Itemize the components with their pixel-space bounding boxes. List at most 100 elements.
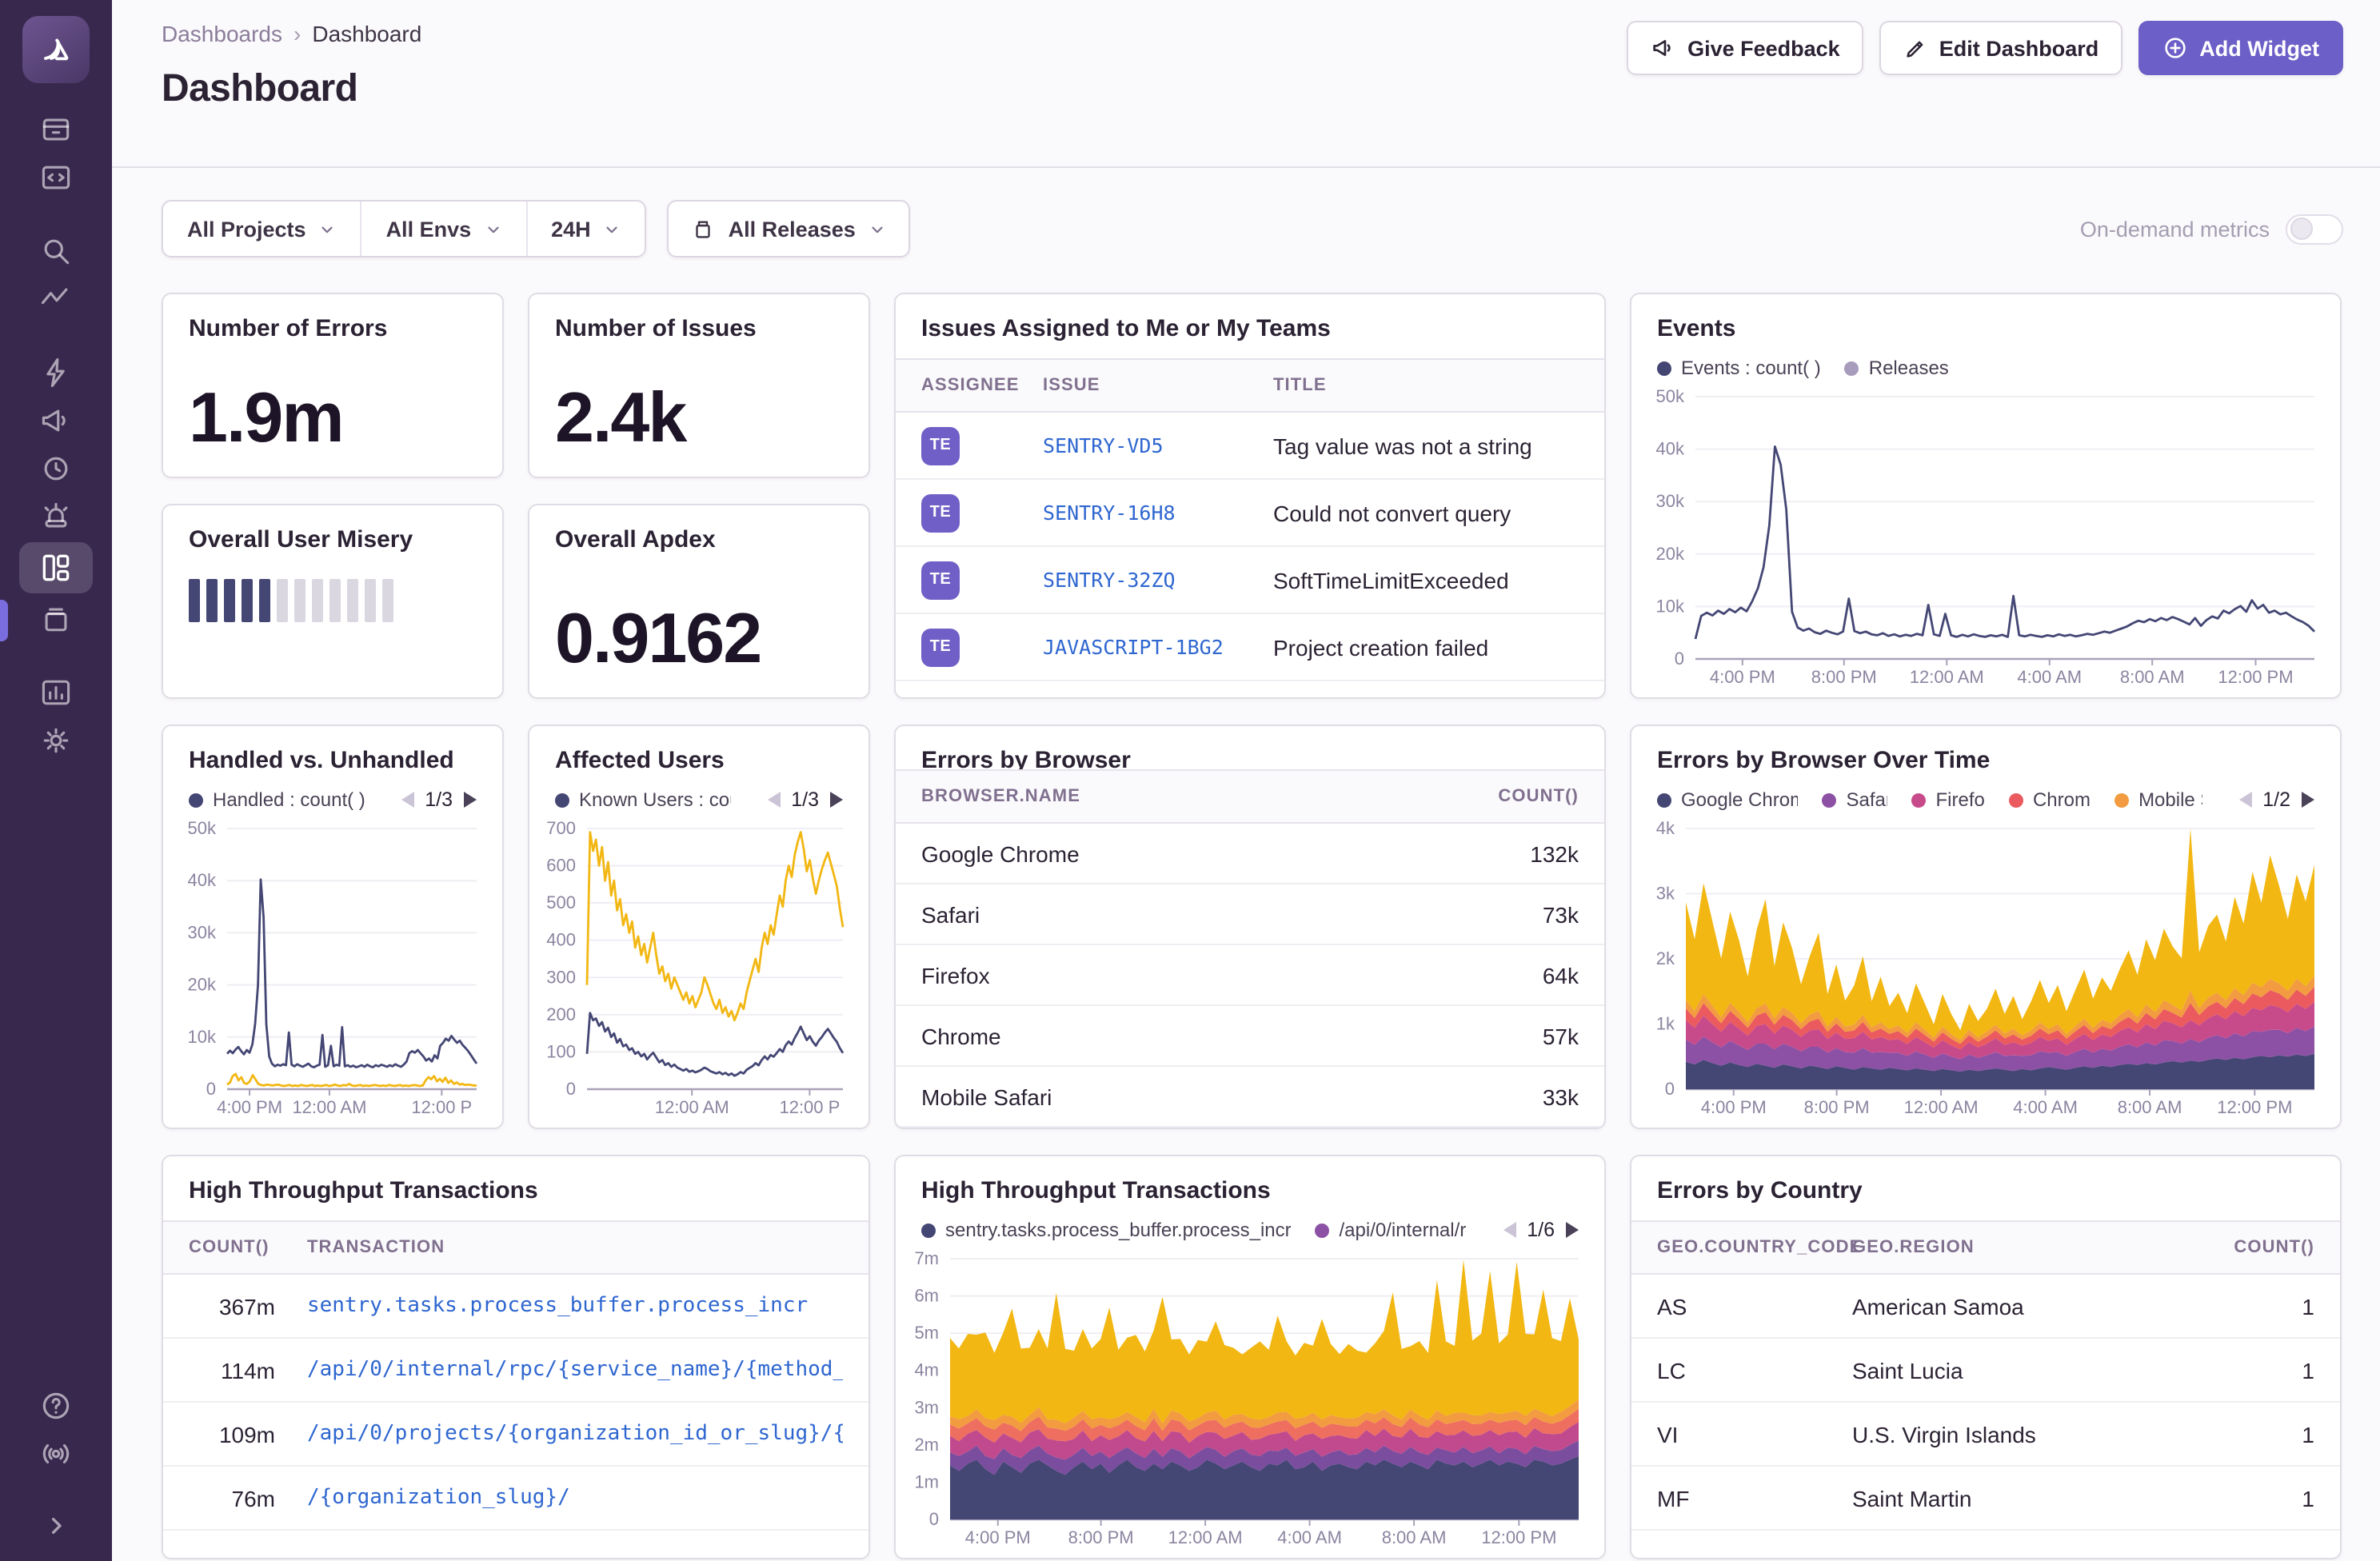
svg-text:40k: 40k: [1656, 439, 1685, 459]
widget-user-misery: Overall User Misery: [162, 504, 504, 699]
sidebar-item-insights[interactable]: [19, 350, 93, 395]
legend-item[interactable]: Known Users : cour: [555, 788, 730, 811]
transaction-link[interactable]: /{organization_slug}/: [307, 1486, 843, 1510]
sidebar-item-traces[interactable]: [19, 277, 93, 321]
next-page-icon[interactable]: [1566, 1222, 1579, 1238]
chevron-right-icon: [40, 1510, 72, 1542]
next-page-icon[interactable]: [2302, 792, 2314, 808]
chart-legend: Handled : count( ) 1/3: [163, 780, 502, 816]
help-button[interactable]: [19, 1383, 93, 1428]
date-range-filter[interactable]: 24H: [527, 202, 645, 256]
prev-page-icon[interactable]: [2238, 792, 2251, 808]
issue-title: Could not convert query: [1273, 500, 1579, 525]
page-indicator: 1/3: [425, 788, 453, 811]
legend-item[interactable]: Mobile S: [2114, 788, 2202, 811]
table-row: LCSaint Lucia1: [1631, 1339, 2340, 1403]
sidebar-item-feedback[interactable]: [19, 398, 93, 443]
widget-errors-by-browser: Errors by Browser browser.name count() G…: [894, 725, 1606, 1129]
issue-link[interactable]: SENTRY-32ZQ: [1043, 568, 1254, 592]
sidebar-item-alerts[interactable]: [19, 494, 93, 539]
table-row: VIU.S. Virgin Islands1: [1631, 1403, 2340, 1467]
series-dot: [1822, 792, 1836, 807]
sidebar-item-dashboards[interactable]: [19, 542, 93, 593]
svg-text:0: 0: [1665, 1079, 1675, 1099]
widget-high-throughput-table: High Throughput Transactions count() tra…: [162, 1155, 870, 1559]
transaction-link[interactable]: /api/0/projects/{organization_id_or_slug…: [307, 1422, 843, 1446]
widget-number-of-errors: Number of Errors 1.9m: [162, 293, 504, 478]
prev-page-icon[interactable]: [401, 792, 413, 808]
megaphone-icon: [1651, 35, 1676, 61]
sidebar-item-issues[interactable]: [19, 107, 93, 152]
svg-text:12:00 AM: 12:00 AM: [1904, 1097, 1979, 1117]
svg-text:40k: 40k: [188, 870, 217, 890]
page-indicator: 1/3: [791, 788, 819, 811]
sidebar-item-settings[interactable]: [19, 718, 93, 763]
sentry-dashboard-app: Dashboards › Dashboard Dashboard Give Fe…: [0, 0, 2380, 1561]
sidebar-item-projects[interactable]: [19, 155, 93, 200]
add-widget-button[interactable]: Add Widget: [2138, 21, 2343, 75]
transaction-link[interactable]: sentry.tasks.process_buffer.process_incr: [307, 1294, 843, 1318]
issue-link[interactable]: JAVASCRIPT-1BG2: [1043, 635, 1254, 659]
avatar[interactable]: TE: [921, 561, 960, 599]
widget-events-chart: Events Events : count( ) Releases 010k20…: [1630, 293, 2342, 699]
widget-number-of-issues: Number of Issues 2.4k: [528, 293, 870, 478]
svg-text:12:00 AM: 12:00 AM: [1910, 667, 1984, 687]
issue-link[interactable]: SENTRY-VD5: [1043, 433, 1254, 457]
series-dot: [2009, 792, 2023, 807]
table-row: TE SENTRY-32ZQ SoftTimeLimitExceeded: [896, 547, 1604, 614]
legend-item[interactable]: Events : count( ): [1657, 357, 1821, 379]
svg-text:300: 300: [546, 967, 576, 987]
sidebar-item-replays[interactable]: [19, 446, 93, 491]
avatar[interactable]: TE: [921, 493, 960, 532]
legend-item[interactable]: Chrome: [2009, 788, 2090, 811]
whats-new-button[interactable]: [19, 1431, 93, 1476]
collapse-sidebar-button[interactable]: [19, 1503, 93, 1548]
series-dot: [1316, 1223, 1330, 1237]
series-dot: [1657, 361, 1671, 375]
transaction-link[interactable]: /api/0/internal/rpc/{service_name}/{meth…: [307, 1358, 843, 1382]
svg-text:1m: 1m: [914, 1471, 939, 1491]
trace-zigzag-icon: [38, 281, 74, 317]
series-dot: [2114, 792, 2129, 807]
next-page-icon[interactable]: [830, 792, 843, 808]
next-page-icon[interactable]: [464, 792, 477, 808]
legend-item[interactable]: Firefox: [1912, 788, 1985, 811]
ondemand-toggle[interactable]: [2286, 214, 2343, 244]
widget-affected-users: Affected Users Known Users : cour 1/3 01…: [528, 725, 870, 1129]
project-filter[interactable]: All Projects: [163, 202, 362, 256]
widget-title: Errors by Browser Over Time: [1631, 726, 2340, 780]
edit-dashboard-button[interactable]: Edit Dashboard: [1880, 21, 2123, 75]
sidebar-item-stats[interactable]: [19, 670, 93, 715]
svg-text:6m: 6m: [914, 1286, 939, 1306]
sidebar-bottom: [19, 1382, 93, 1561]
breadcrumb-dashboards-link[interactable]: Dashboards: [162, 21, 282, 46]
svg-text:50k: 50k: [1656, 387, 1685, 406]
chart-legend: Events : count( ) Releases: [1631, 349, 2340, 384]
releases-filter[interactable]: All Releases: [668, 200, 910, 258]
table-header: geo.country_code geo.region count(): [1631, 1220, 2340, 1275]
sidebar-item-releases[interactable]: [19, 597, 93, 641]
issue-link[interactable]: SENTRY-16H8: [1043, 501, 1254, 525]
svg-text:0: 0: [929, 1509, 939, 1529]
legend-item[interactable]: Handled : count( ): [189, 788, 364, 811]
sentry-logo[interactable]: [22, 16, 90, 83]
widget-errors-by-browser-over-time: Errors by Browser Over Time Google Chrom…: [1630, 725, 2342, 1129]
series-dot: [1845, 361, 1859, 375]
series-dot: [555, 792, 569, 807]
prev-page-icon[interactable]: [1503, 1222, 1515, 1238]
svg-text:30k: 30k: [188, 922, 217, 942]
legend-item[interactable]: Releases: [1845, 357, 1949, 379]
legend-item[interactable]: Safari: [1822, 788, 1887, 811]
environment-filter[interactable]: All Envs: [362, 202, 528, 256]
legend-item[interactable]: Google Chrome: [1657, 788, 1798, 811]
give-feedback-button[interactable]: Give Feedback: [1627, 21, 1864, 75]
avatar[interactable]: TE: [921, 628, 960, 666]
avatar[interactable]: TE: [921, 426, 960, 465]
page-indicator: 1/6: [1527, 1219, 1555, 1241]
legend-item[interactable]: /api/0/internal/r: [1316, 1219, 1467, 1241]
prev-page-icon[interactable]: [767, 792, 780, 808]
svg-text:8:00 PM: 8:00 PM: [1068, 1527, 1134, 1547]
chart-pager: 1/2: [2226, 788, 2314, 811]
legend-item[interactable]: sentry.tasks.process_buffer.process_incr: [921, 1219, 1292, 1241]
sidebar-item-search[interactable]: [19, 229, 93, 273]
